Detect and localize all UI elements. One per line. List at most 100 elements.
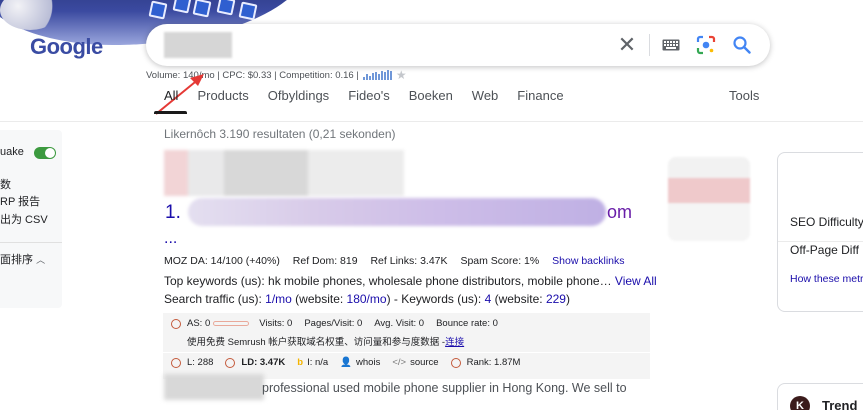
linking-domains-icon [225,357,236,368]
keyboard-icon[interactable] [660,34,682,56]
traffic-text: (website: [491,292,546,306]
semrush-connect-link[interactable]: 连接 [445,334,464,348]
rank-icon [450,357,461,368]
website-traffic-link[interactable]: 180/mo [347,292,387,306]
bounce-rate: Bounce rate: 0 [436,318,498,329]
search-divider [649,34,650,56]
show-backlinks-link[interactable]: Show backlinks [552,255,624,267]
trend-bar [368,76,371,80]
traffic-prefix: Search traffic (us): [164,292,266,306]
view-all-link[interactable]: View All [615,274,657,288]
website-keywords-link[interactable]: 229 [546,292,566,306]
sort-item[interactable]: 面排序 ︿ [0,251,45,267]
tab-finance[interactable]: Finance [517,88,563,114]
moz-ref-links: Ref Links: 3.47K [370,255,448,267]
tab-videos[interactable]: Fideo's [348,88,390,114]
trend-bar [365,74,368,80]
top-keywords-text: Top keywords (us): hk mobile phones, who… [164,274,612,288]
panel-divider [0,242,62,243]
cubes-decoration [148,0,260,22]
result-stats: Likernôch 3.190 resultaten (0,21 sekonde… [164,127,396,141]
semrush-row-2: L: 288 LD: 3.47K b I: n/a 👤 whois </> so… [171,357,520,368]
code-icon: </> [392,357,407,368]
tab-web[interactable]: Web [472,88,499,114]
header-divider [0,121,863,122]
trend-bar [377,74,380,80]
search-query-blurred[interactable] [164,32,232,58]
pages-per-visit: Pages/Visit: 0 [304,318,363,329]
trend-logo-icon: K [790,396,810,410]
how-metrics-link[interactable]: How these metr [790,273,863,285]
semrush-row-1: AS: 0 Visits: 0 Pages/Visit: 0 Avg. Visi… [171,318,498,329]
seo-extension-panel: uake 数 RP 报告 出为 CSV 面排序 ︿ [0,130,62,308]
source-link[interactable]: source [410,357,439,368]
visits: Visits: 0 [259,318,293,329]
trend-bar [386,70,389,80]
tab-books[interactable]: Boeken [409,88,453,114]
active-tab-indicator [154,111,187,114]
bing-icon: b [297,357,304,368]
whois-link[interactable]: whois [356,357,380,368]
search-tabs: All Products Ofbyldings Fideo's Boeken W… [164,88,583,114]
star-icon[interactable]: ★ [396,68,407,82]
trend-label[interactable]: Trend [822,398,857,410]
index-count[interactable]: I: n/a [307,357,328,368]
clear-icon[interactable]: ✕ [616,32,638,57]
traffic-text: (website: [291,292,347,306]
moz-spam-score: Spam Score: 1% [460,255,540,267]
trend-bar [380,71,383,80]
semrush-cta: 使用免费 Semrush 帐户获取域名权重、访问量和参与度数据 - 连接 [187,334,464,348]
extension-toggle[interactable] [34,147,56,159]
traffic-value-link[interactable]: 1/mo [265,292,292,306]
authority-score-bar [213,321,250,326]
result-thumbnail[interactable] [668,157,750,241]
sort-label: 面排序 [0,254,33,266]
semrush-divider [163,352,650,353]
export-csv-item[interactable]: 出为 CSV [0,211,48,227]
search-traffic: Search traffic (us): 1/mo (website: 180/… [164,292,570,306]
offpage-difficulty-label: Off-Page Diff [790,243,859,257]
moz-ref-dom: Ref Dom: 819 [292,255,358,267]
trend-bar [389,71,392,80]
trend-bar [374,72,377,80]
trend-bar [383,72,386,80]
serp-report-item[interactable]: RP 报告 [0,193,40,209]
links-count[interactable]: L: 288 [187,357,213,368]
avg-visit: Avg. Visit: 0 [374,318,425,329]
top-keywords: Top keywords (us): hk mobile phones, who… [164,274,657,288]
snippet-blurred [164,374,264,400]
traffic-text: ) - Keywords (us): [386,292,485,306]
keyword-trend-chart [362,70,393,80]
result-snippet: professional used mobile phone supplier … [262,381,627,395]
google-lens-icon[interactable] [695,34,717,56]
moz-metrics: MOZ DA: 14/100 (+40%) Ref Dom: 819 Ref L… [164,255,625,267]
traffic-text: ) [565,292,570,306]
rp-divider [778,241,863,242]
result-number: 1. [165,202,181,223]
links-icon [171,357,181,368]
result-title-tail[interactable]: om [607,202,632,223]
user-icon: 👤 [340,357,353,368]
semrush-cta-text: 使用免费 Semrush 帐户获取域名权重、访问量和参与度数据 - [187,337,446,348]
google-logo[interactable]: Google [30,34,103,60]
moz-da: MOZ DA: 14/100 (+40%) [164,255,280,267]
result-title-ellipsis[interactable]: ... [164,230,177,248]
tab-products[interactable]: Products [197,88,248,114]
semrush-icon [171,318,181,329]
search-box[interactable]: ✕ [146,24,770,66]
tab-images[interactable]: Ofbyldings [268,88,329,114]
chevron-up-icon: ︿ [36,255,46,265]
search-icon[interactable] [731,34,753,56]
rank-value[interactable]: Rank: 1.87M [467,357,521,368]
trend-bar [362,77,365,80]
extension-toggle-label: uake [0,146,24,158]
result-favicon-site-blurred[interactable] [164,150,404,196]
trend-bar [371,73,374,80]
result-title-blurred[interactable] [188,198,606,226]
seo-difficulty-panel: SEO Difficulty Off-Page Diff How these m… [777,152,863,312]
semrush-metrics-box: AS: 0 Visits: 0 Pages/Visit: 0 Avg. Visi… [163,313,650,379]
tools-button[interactable]: Tools [729,88,759,103]
linking-domains-count[interactable]: LD: 3.47K [241,357,285,368]
seo-difficulty-label: SEO Difficulty [790,215,863,229]
extension-item-1[interactable]: 数 [0,176,11,192]
